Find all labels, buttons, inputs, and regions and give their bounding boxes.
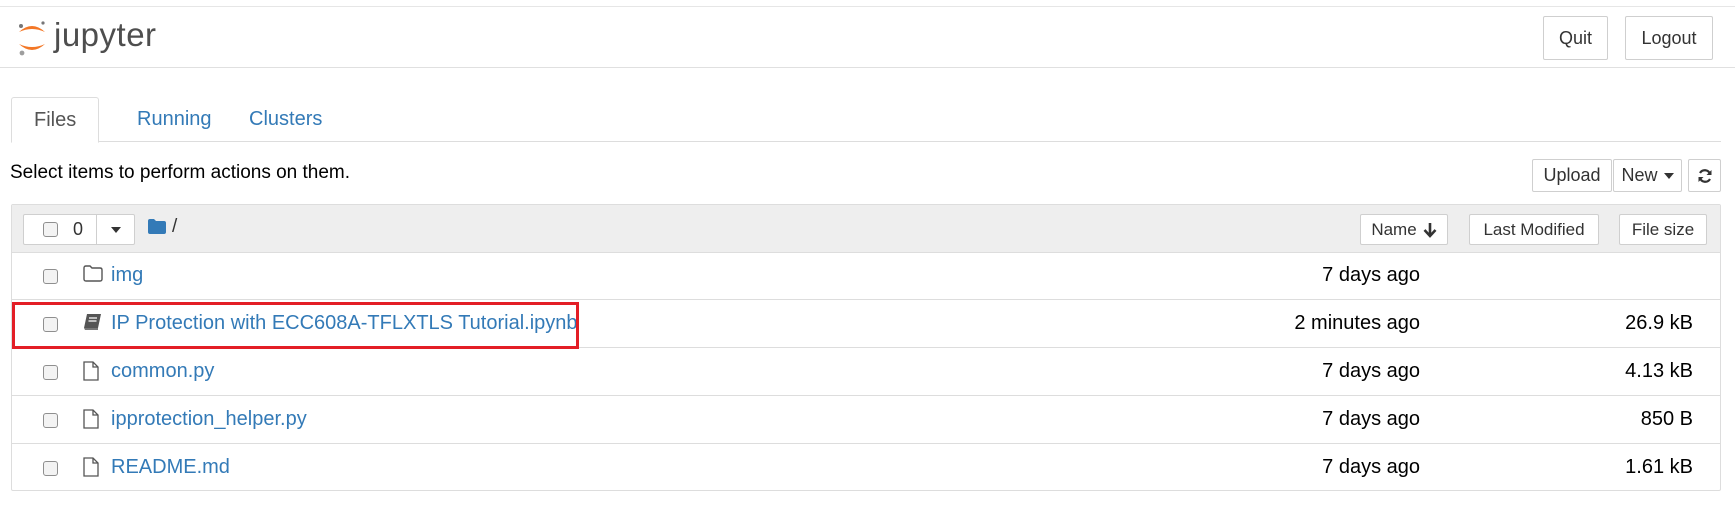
tab-clusters[interactable]: Clusters: [227, 97, 344, 142]
file-modified: 7 days ago: [1322, 264, 1420, 286]
caret-down-icon: [1663, 172, 1674, 179]
instructions-text: Select items to perform actions on them.: [10, 162, 351, 183]
file-icon: [83, 457, 99, 477]
refresh-button[interactable]: [1688, 159, 1721, 192]
sort-last-modified-button[interactable]: Last Modified: [1469, 214, 1599, 245]
highlight-box: [12, 302, 579, 349]
list-item[interactable]: img 7 days ago: [12, 253, 1720, 300]
upload-button[interactable]: Upload: [1532, 159, 1612, 192]
select-dropdown-button[interactable]: [97, 214, 135, 245]
row-checkbox[interactable]: [43, 413, 58, 428]
tab-files[interactable]: Files: [11, 97, 100, 143]
logout-button[interactable]: Logout: [1625, 16, 1713, 60]
file-modified: 7 days ago: [1322, 360, 1420, 382]
refresh-icon: [1698, 168, 1711, 183]
file-modified: 7 days ago: [1322, 408, 1420, 430]
arrow-down-icon: [1423, 222, 1437, 238]
file-list-header: 0 / Name Last Modified File size: [12, 205, 1720, 253]
tab-running[interactable]: Running: [115, 97, 234, 142]
file-icon: [83, 361, 99, 381]
quit-button[interactable]: Quit: [1543, 16, 1608, 60]
select-all-group: 0: [23, 214, 135, 245]
file-modified: 7 days ago: [1322, 456, 1420, 478]
selected-count: 0: [73, 219, 84, 239]
folder-icon[interactable]: [148, 219, 166, 234]
file-name-link[interactable]: ipprotection_helper.py: [111, 408, 307, 431]
sort-name-button[interactable]: Name: [1360, 214, 1448, 245]
file-modified: 2 minutes ago: [1294, 312, 1420, 334]
file-size: 4.13 kB: [1625, 360, 1693, 382]
file-size: 26.9 kB: [1625, 312, 1693, 334]
breadcrumb-path[interactable]: /: [172, 216, 177, 238]
row-checkbox[interactable]: [43, 365, 58, 380]
sort-file-size-button[interactable]: File size: [1619, 214, 1707, 245]
list-item[interactable]: README.md 7 days ago 1.61 kB: [12, 445, 1720, 492]
jupyter-logo[interactable]: jupyter: [16, 15, 157, 61]
file-name-link[interactable]: common.py: [111, 360, 214, 383]
new-button-label: New: [1621, 165, 1658, 185]
select-all-checkbox[interactable]: [43, 222, 58, 237]
tab-bar: Files Running Clusters: [11, 97, 1721, 143]
list-item[interactable]: common.py 7 days ago 4.13 kB: [12, 349, 1720, 396]
file-icon: [83, 409, 99, 429]
new-button[interactable]: New: [1613, 159, 1682, 192]
caret-down-icon: [110, 226, 121, 233]
row-checkbox[interactable]: [43, 269, 58, 284]
file-name-link[interactable]: img: [111, 264, 143, 287]
file-size: 1.61 kB: [1625, 456, 1693, 478]
logo-text: jupyter: [54, 16, 157, 53]
folder-icon: [83, 265, 103, 282]
header: jupyter Quit Logout: [0, 7, 1735, 68]
jupyter-logo-icon: [19, 21, 45, 56]
select-all-box[interactable]: 0: [23, 214, 97, 245]
file-size: 850 B: [1640, 408, 1693, 430]
sort-name-label: Name: [1371, 219, 1417, 239]
row-checkbox[interactable]: [43, 461, 58, 476]
list-item[interactable]: ipprotection_helper.py 7 days ago 850 B: [12, 397, 1720, 444]
file-name-link[interactable]: README.md: [111, 456, 230, 479]
